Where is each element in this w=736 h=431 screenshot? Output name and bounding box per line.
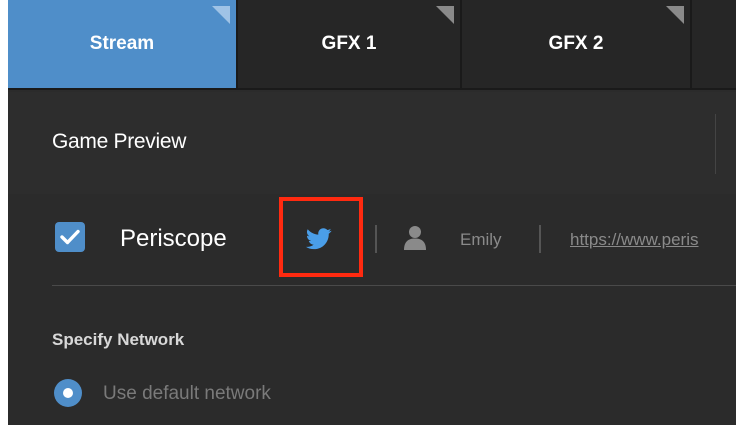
game-preview-title: Game Preview	[52, 130, 187, 153]
tab-gfx-1[interactable]: GFX 1	[238, 0, 460, 88]
divider	[52, 285, 736, 286]
periscope-checkbox[interactable]	[55, 222, 85, 252]
tab-bar: Stream GFX 1 GFX 2	[8, 0, 736, 90]
stream-url-link[interactable]: https://www.peris	[570, 230, 736, 250]
tab-corner-icon	[436, 6, 454, 24]
user-icon	[404, 226, 426, 250]
stream-panel: Stream GFX 1 GFX 2 Game Preview Periscop…	[8, 0, 736, 425]
divider	[715, 114, 716, 174]
tab-next[interactable]	[692, 0, 736, 88]
twitter-highlight-box	[279, 197, 363, 277]
default-network-radio[interactable]	[54, 379, 82, 407]
separator	[539, 225, 541, 253]
game-preview-row[interactable]: Game Preview	[8, 92, 736, 194]
tab-gfx-1-label: GFX 1	[321, 33, 377, 54]
tab-stream-label: Stream	[89, 33, 155, 54]
tab-corner-icon	[212, 6, 230, 24]
tab-stream[interactable]: Stream	[8, 0, 236, 88]
checkmark-icon	[60, 229, 80, 245]
account-username: Emily	[460, 230, 502, 249]
radio-dot-icon	[63, 388, 73, 398]
default-network-label[interactable]: Use default network	[103, 383, 271, 405]
separator	[375, 225, 377, 253]
tab-gfx-2[interactable]: GFX 2	[462, 0, 690, 88]
specify-network-label: Specify Network	[52, 330, 185, 349]
tab-gfx-2-label: GFX 2	[548, 33, 604, 54]
tab-corner-icon	[666, 6, 684, 24]
service-name: Periscope	[120, 225, 227, 252]
